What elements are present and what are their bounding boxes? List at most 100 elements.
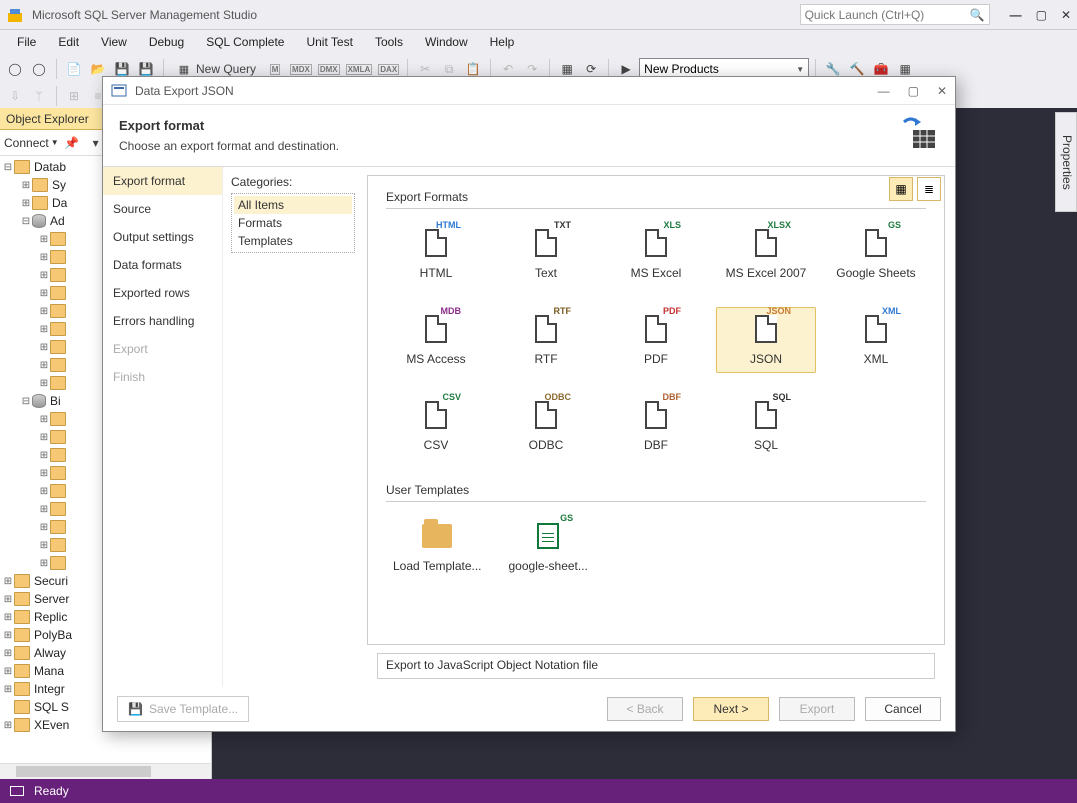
new-query-icon: ▦ [176,61,192,77]
export-button[interactable]: Export [779,697,855,721]
expand-icon[interactable]: ⊟ [2,162,14,173]
view-list-button[interactable]: ≣ [917,177,941,201]
menu-debug[interactable]: Debug [138,32,195,52]
expand-icon[interactable]: ⊞ [38,252,50,263]
expand-icon[interactable]: ⊞ [2,666,14,677]
folder-icon [14,646,30,660]
format-item-gs[interactable]: GSGoogle Sheets [826,221,926,287]
dialog-maximize-button[interactable]: ▢ [908,84,919,98]
expand-icon[interactable]: ⊞ [38,504,50,515]
close-button[interactable]: ✕ [1061,8,1071,22]
expand-icon[interactable]: ⊞ [38,324,50,335]
expand-icon[interactable]: ⊞ [2,720,14,731]
format-item-mdb[interactable]: MDBMS Access [386,307,486,373]
expand-icon[interactable]: ⊞ [38,270,50,281]
menu-unittest[interactable]: Unit Test [295,32,363,52]
quick-launch-input[interactable]: Quick Launch (Ctrl+Q) 🔍 [800,4,990,25]
dialog-close-button[interactable]: ✕ [937,84,947,98]
expand-icon[interactable]: ⊞ [38,486,50,497]
properties-tab[interactable]: Properties [1055,112,1077,212]
tree-button-1[interactable]: ⇩ [4,85,26,107]
search-icon: 🔍 [970,8,985,22]
format-item-pdf[interactable]: PDFPDF [606,307,706,373]
expand-icon[interactable]: ⊞ [38,234,50,245]
format-item-odbc[interactable]: ODBCODBC [496,393,596,459]
format-item-xml[interactable]: XMLXML [826,307,926,373]
format-item-txt[interactable]: TXTText [496,221,596,287]
wizard-step[interactable]: Data formats [103,251,222,279]
format-item-csv[interactable]: CSVCSV [386,393,486,459]
menu-tools[interactable]: Tools [364,32,414,52]
template-item[interactable]: Load Template... [386,514,489,580]
expand-icon[interactable]: ⊟ [20,216,32,227]
file-icon: DBF [641,400,671,430]
wizard-step[interactable]: Source [103,195,222,223]
expand-icon[interactable]: ⊞ [38,522,50,533]
minimize-button[interactable]: — [1010,8,1022,22]
connect-label[interactable]: Connect [4,136,49,150]
export-header-icon [899,114,939,157]
file-icon: JSON [751,314,781,344]
expand-icon[interactable]: ⊞ [38,558,50,569]
format-item-sql[interactable]: SQLSQL [716,393,816,459]
folder-icon [14,700,30,714]
tree-node-label: Alway [34,646,66,660]
expand-icon[interactable]: ⊞ [20,198,32,209]
expand-icon[interactable]: ⊞ [2,612,14,623]
category-item[interactable]: Formats [234,214,352,232]
wizard-step[interactable]: Errors handling [103,307,222,335]
oe-pin-icon[interactable]: 📌 [61,132,83,154]
expand-icon[interactable]: ⊞ [2,648,14,659]
menu-edit[interactable]: Edit [47,32,90,52]
save-template-button[interactable]: 💾 Save Template... [117,696,249,722]
wizard-step[interactable]: Output settings [103,223,222,251]
template-item[interactable]: GSgoogle-sheet... [499,514,598,580]
tree-button-2[interactable]: ᛘ [28,85,50,107]
view-icons-button[interactable]: ▦ [889,177,913,201]
category-item[interactable]: All Items [234,196,352,214]
expand-icon[interactable]: ⊞ [2,630,14,641]
export-formats-grid: HTMLHTMLTXTTextXLSMS ExcelXLSXMS Excel 2… [386,221,926,459]
horizontal-scrollbar[interactable] [0,763,211,779]
expand-icon[interactable]: ⊞ [38,342,50,353]
menu-sqlcomplete[interactable]: SQL Complete [195,32,295,52]
menu-file[interactable]: File [6,32,47,52]
dialog-minimize-button[interactable]: — [878,84,890,98]
expand-icon[interactable]: ⊞ [38,306,50,317]
category-item[interactable]: Templates [234,232,352,250]
format-item-html[interactable]: HTMLHTML [386,221,486,287]
expand-icon[interactable]: ⊞ [38,450,50,461]
expand-icon[interactable]: ⊞ [38,378,50,389]
format-item-dbf[interactable]: DBFDBF [606,393,706,459]
wizard-step[interactable]: Exported rows [103,279,222,307]
wizard-step[interactable]: Export format [103,167,222,195]
format-item-json[interactable]: JSONJSON [716,307,816,373]
expand-icon[interactable]: ⊞ [38,468,50,479]
expand-icon[interactable]: ⊞ [2,576,14,587]
folder-icon [50,250,66,264]
expand-icon[interactable]: ⊞ [20,180,32,191]
menu-window[interactable]: Window [414,32,479,52]
database-combo-value: New Products [644,62,719,76]
maximize-button[interactable]: ▢ [1036,8,1047,22]
menu-help[interactable]: Help [479,32,526,52]
expand-icon[interactable]: ⊞ [38,540,50,551]
menu-view[interactable]: View [90,32,138,52]
format-item-xlsx[interactable]: XLSXMS Excel 2007 [716,221,816,287]
expand-icon[interactable]: ⊞ [2,594,14,605]
tree-button-3[interactable]: ⊞ [63,85,85,107]
expand-icon[interactable]: ⊞ [38,360,50,371]
format-item-rtf[interactable]: RTFRTF [496,307,596,373]
expand-icon[interactable]: ⊞ [2,684,14,695]
format-item-xls[interactable]: XLSMS Excel [606,221,706,287]
expand-icon[interactable]: ⊞ [38,414,50,425]
cancel-button[interactable]: Cancel [865,697,941,721]
new-item-button[interactable]: 📄 [63,58,85,80]
back-button[interactable]: < Back [607,697,683,721]
nav-forward-button[interactable]: ◯ [28,58,50,80]
expand-icon[interactable]: ⊟ [20,396,32,407]
expand-icon[interactable]: ⊞ [38,432,50,443]
next-button[interactable]: Next > [693,697,769,721]
nav-back-button[interactable]: ◯ [4,58,26,80]
expand-icon[interactable]: ⊞ [38,288,50,299]
